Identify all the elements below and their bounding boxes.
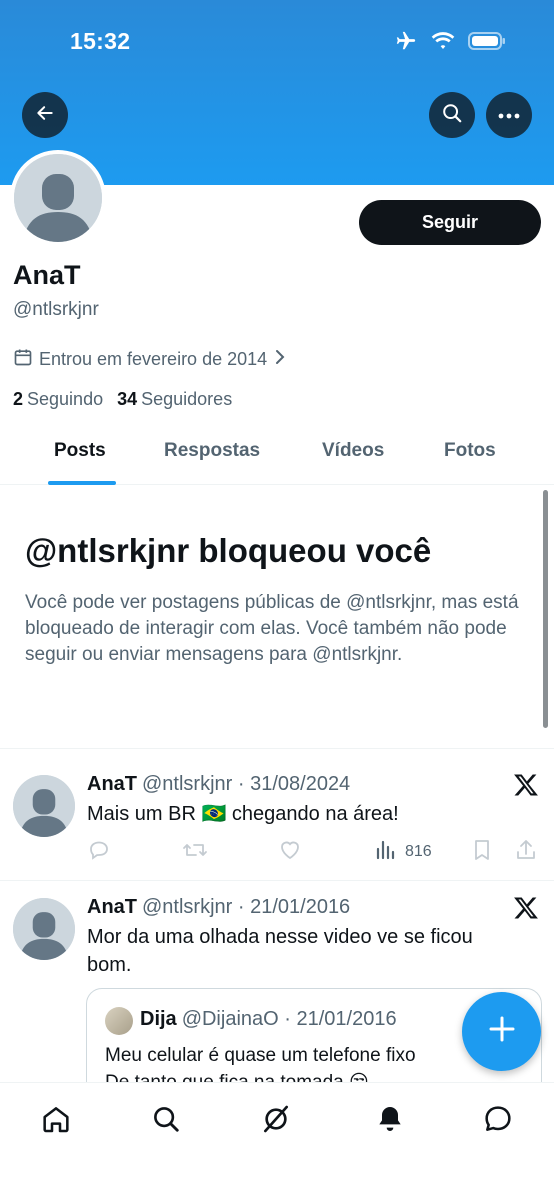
plus-icon [488, 1015, 516, 1048]
reply-button[interactable] [87, 838, 111, 867]
post-header: AnaT @ntlsrkjnr · 21/01/2016 [87, 896, 350, 919]
post-actions: 816 [87, 838, 547, 864]
tab-videos[interactable]: Vídeos [322, 440, 384, 462]
bottom-navigation [0, 1082, 554, 1200]
quote-meta: @DijainaO · 21/01/2016 [181, 1008, 397, 1030]
back-button[interactable] [22, 92, 68, 138]
calendar-icon [13, 347, 33, 372]
post-text: Mor da uma olhada nesse video ve se fico… [87, 926, 473, 976]
post-meta: @ntlsrkjnr · 31/08/2024 [142, 773, 351, 795]
tab-replies[interactable]: Respostas [164, 440, 260, 462]
views-chart-icon [375, 838, 397, 865]
quote-avatar [105, 1007, 133, 1035]
status-icons [394, 30, 506, 52]
nav-messages[interactable] [478, 1101, 518, 1141]
more-button[interactable] [486, 92, 532, 138]
x-logo-icon [513, 772, 541, 800]
bookmark-button[interactable] [471, 838, 493, 867]
compose-button[interactable] [462, 992, 541, 1071]
nav-grok[interactable] [256, 1101, 296, 1141]
more-horizontal-icon [498, 106, 520, 124]
post-avatar[interactable] [13, 898, 75, 960]
blocked-description: Você pode ver postagens públicas de @ntl… [25, 592, 519, 665]
scrollbar[interactable] [543, 490, 548, 728]
quote-header: Dija @DijainaO · 21/01/2016 [140, 1008, 397, 1031]
quote-author-name: Dija [140, 1008, 177, 1030]
nav-notifications[interactable] [370, 1101, 410, 1141]
grok-icon [260, 1103, 292, 1140]
reply-icon [87, 838, 111, 867]
joined-text: Entrou em fevereiro de 2014 [39, 349, 268, 369]
x-logo-icon [513, 895, 541, 923]
wifi-icon [430, 31, 456, 51]
airplane-icon [394, 30, 418, 52]
active-tab-indicator [48, 481, 116, 485]
views-count: 816 [405, 842, 432, 860]
messages-icon [482, 1103, 514, 1140]
chevron-right-icon [273, 349, 287, 370]
profile-avatar[interactable] [10, 150, 106, 246]
bookmark-icon [471, 838, 493, 867]
views-button[interactable]: 816 [375, 838, 432, 865]
post-avatar[interactable] [13, 775, 75, 837]
post-author-name[interactable]: AnaT [87, 773, 137, 795]
post-author-name[interactable]: AnaT [87, 896, 137, 918]
nav-home[interactable] [36, 1101, 76, 1141]
profile-handle: @ntlsrkjnr [13, 299, 99, 320]
nav-explore[interactable] [146, 1101, 186, 1141]
heart-icon [278, 838, 302, 867]
search-icon [441, 102, 463, 129]
quote-text-line: Meu celular é quase um telefone fixo [105, 1045, 416, 1066]
following-link[interactable]: 2 Seguindo [13, 389, 103, 410]
tab-photos[interactable]: Fotos [444, 440, 496, 462]
post-meta: @ntlsrkjnr · 21/01/2016 [142, 896, 351, 918]
share-button[interactable] [515, 838, 537, 867]
blocked-title: @ntlsrkjnr bloqueou você [25, 532, 432, 569]
repost-icon [182, 838, 208, 867]
status-bar: 15:32 [0, 0, 554, 84]
like-button[interactable] [278, 838, 302, 867]
divider [0, 880, 554, 881]
followers-link[interactable]: 34 Seguidores [117, 389, 232, 410]
post-header: AnaT @ntlsrkjnr · 31/08/2024 [87, 773, 350, 796]
post-text: Mais um BR 🇧🇷 chegando na área! [87, 803, 399, 825]
status-time: 15:32 [70, 28, 131, 54]
battery-icon [468, 31, 506, 51]
tab-posts[interactable]: Posts [54, 440, 106, 462]
home-icon [40, 1103, 72, 1140]
follow-button[interactable]: Seguir [359, 200, 541, 245]
bell-icon [374, 1103, 406, 1140]
follow-counts: 2 Seguindo 34 Seguidores [13, 389, 232, 410]
arrow-left-icon [35, 103, 55, 128]
joined-date[interactable]: Entrou em fevereiro de 2014 [13, 347, 287, 372]
share-icon [515, 838, 537, 867]
explore-icon [151, 1104, 181, 1139]
search-button[interactable] [429, 92, 475, 138]
profile-tabs: Posts Respostas Vídeos Fotos [0, 430, 554, 485]
profile-display-name: AnaT [13, 260, 81, 290]
repost-button[interactable] [182, 838, 208, 867]
divider [0, 748, 554, 749]
